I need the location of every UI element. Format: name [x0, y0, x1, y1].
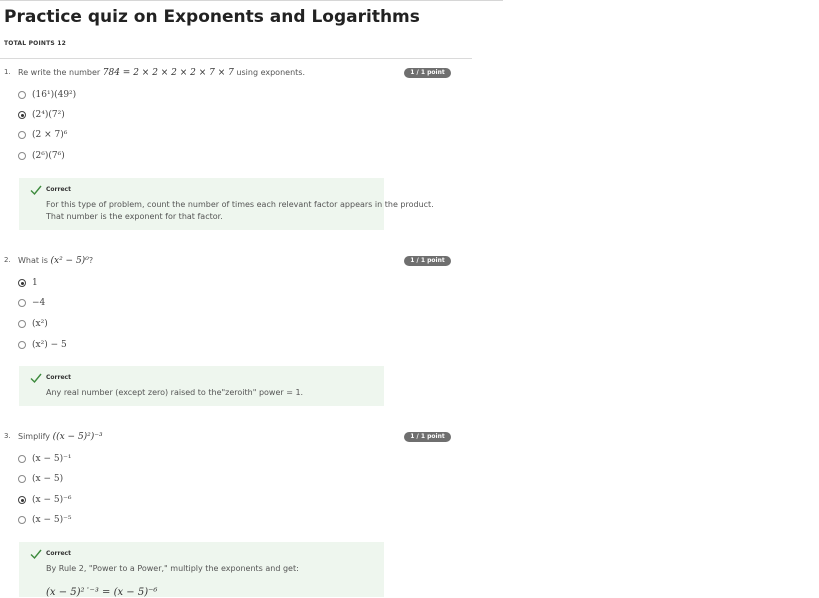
score-badge: 1 / 1 point	[404, 256, 451, 266]
radio-button[interactable]	[18, 152, 26, 160]
option-label: (2⁶)(7⁶)	[32, 151, 65, 161]
feedback-text: Any real number (except zero) raised to …	[46, 388, 304, 397]
feedback-text: That number is the exponent for that fac…	[46, 212, 223, 221]
radio-button[interactable]	[18, 91, 26, 99]
feedback-status: Correct	[46, 550, 71, 557]
answer-option[interactable]: (2 × 7)⁶	[18, 128, 67, 142]
answer-option[interactable]: (2⁶)(7⁶)	[18, 149, 65, 163]
feedback-box: Correct For this type of problem, count …	[19, 178, 434, 230]
answer-option[interactable]: (x − 5)⁻⁵	[18, 513, 71, 527]
radio-button[interactable]	[18, 516, 26, 524]
feedback-status: Correct	[46, 186, 71, 193]
check-icon	[30, 549, 42, 560]
option-label: (2⁴)(7²)	[32, 110, 65, 120]
question-number: 3.	[4, 432, 11, 440]
question-number: 2.	[4, 256, 11, 264]
page-title: Practice quiz on Exponents and Logarithm…	[4, 7, 420, 27]
question-math: (x² − 5)⁰	[50, 256, 89, 266]
question-text: Simplify ((x − 5)²)⁻³	[18, 432, 103, 442]
answer-option[interactable]: 1	[18, 276, 38, 290]
check-icon	[30, 373, 42, 384]
answer-option[interactable]: (x − 5)⁻¹	[18, 452, 71, 466]
score-badge: 1 / 1 point	[404, 432, 451, 442]
option-label: (x²) − 5	[32, 340, 67, 350]
question-math: 784 = 2 × 2 × 2 × 2 × 7 × 7	[102, 68, 234, 78]
question-text: Re write the number 784 = 2 × 2 × 2 × 2 …	[18, 68, 305, 78]
option-label: (x − 5)	[32, 474, 64, 484]
option-label: −4	[32, 298, 46, 308]
option-label: (x²)	[32, 319, 48, 329]
radio-button[interactable]	[18, 299, 26, 307]
answer-option[interactable]: (x²) − 5	[18, 338, 67, 352]
radio-button[interactable]	[18, 131, 26, 139]
feedback-math: (x − 5)²˙⁻³ = (x − 5)⁻⁶	[46, 587, 158, 598]
option-label: (x − 5)⁻⁶	[32, 495, 72, 505]
answer-option[interactable]: (2⁴)(7²)	[18, 108, 65, 122]
radio-button-selected[interactable]	[18, 279, 26, 287]
answer-option[interactable]: (x − 5)	[18, 472, 63, 486]
question-math: ((x − 5)²)⁻³	[52, 432, 103, 442]
option-label: 1	[32, 278, 38, 288]
feedback-text: For this type of problem, count the numb…	[46, 200, 434, 209]
radio-button[interactable]	[18, 320, 26, 328]
feedback-box: Correct Any real number (except zero) ra…	[19, 366, 384, 406]
question-text: What is (x² − 5)⁰?	[18, 256, 94, 266]
radio-button[interactable]	[18, 341, 26, 349]
answer-option[interactable]: (x²)	[18, 317, 48, 331]
total-points: TOTAL POINTS 12	[4, 40, 66, 47]
check-icon	[30, 185, 42, 196]
option-label: (x − 5)⁻¹	[32, 454, 72, 464]
option-label: (2 × 7)⁶	[32, 130, 68, 140]
radio-button[interactable]	[18, 455, 26, 463]
top-divider	[0, 0, 503, 1]
feedback-status: Correct	[46, 374, 71, 381]
question-number: 1.	[4, 68, 11, 76]
header-divider	[0, 58, 472, 59]
option-label: (16¹)(49²)	[32, 90, 77, 100]
score-badge: 1 / 1 point	[404, 68, 451, 78]
answer-option[interactable]: (x − 5)⁻⁶	[18, 493, 71, 507]
radio-button[interactable]	[18, 475, 26, 483]
radio-button-selected[interactable]	[18, 496, 26, 504]
feedback-text: By Rule 2, "Power to a Power," multiply …	[46, 564, 299, 573]
radio-button-selected[interactable]	[18, 111, 26, 119]
option-label: (x − 5)⁻⁵	[32, 515, 72, 525]
answer-option[interactable]: (16¹)(49²)	[18, 88, 76, 102]
feedback-box: Correct By Rule 2, "Power to a Power," m…	[19, 542, 384, 598]
answer-option[interactable]: −4	[18, 296, 45, 310]
